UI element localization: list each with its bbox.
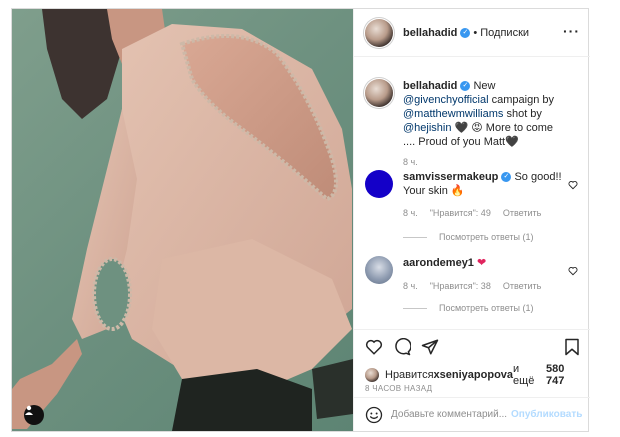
post-sidebar: bellahadid ✓ • Подписки ··· bellahadid ✓ …: [353, 9, 590, 431]
caption-text: bellahadid ✓ New @givenchyofficial campai…: [403, 79, 563, 149]
comment-likes-count[interactable]: "Нравится": 38: [430, 281, 491, 291]
comment-author[interactable]: samvissermakeup: [403, 171, 498, 183]
comment-author[interactable]: aarondemey1: [403, 257, 474, 269]
user-tag-button[interactable]: [24, 405, 44, 425]
reply-button[interactable]: Ответить: [503, 208, 541, 218]
more-options-icon[interactable]: ···: [563, 24, 580, 38]
mention-link[interactable]: @givenchyofficial: [403, 94, 489, 106]
comment-text: samvissermakeup ✓ So good!! Your skin 🔥: [403, 170, 563, 198]
caption-item: bellahadid ✓ New @givenchyofficial campai…: [365, 79, 580, 169]
view-replies-button[interactable]: Посмотреть ответы (1): [403, 232, 534, 242]
caption-text-part: shot by: [503, 108, 542, 120]
comment-bubble-icon[interactable]: [393, 338, 411, 356]
replies-divider: [403, 236, 427, 238]
like-comment-heart-icon[interactable]: [568, 180, 578, 190]
publish-button[interactable]: Опубликовать: [511, 409, 582, 420]
mention-link[interactable]: @matthewmwilliams: [403, 108, 503, 120]
likes-prefix: Нравится: [385, 369, 434, 381]
caption-avatar[interactable]: [365, 79, 393, 107]
likes-middle: и ещё: [513, 363, 535, 387]
liker-username[interactable]: xseniyapopova: [434, 369, 513, 381]
replies-divider: [403, 307, 427, 309]
commenter-avatar[interactable]: [365, 170, 393, 198]
share-send-icon[interactable]: [421, 338, 439, 356]
comment-meta: 8 ч. "Нравится": 49 Ответить: [403, 208, 541, 218]
following-button[interactable]: Подписки: [480, 27, 529, 39]
comment-text: aarondemey1 ❤: [403, 256, 563, 270]
view-replies-label: Посмотреть ответы (1): [439, 303, 534, 313]
mention-link[interactable]: @hejishin: [403, 122, 451, 134]
caption-time[interactable]: 8 ч.: [403, 157, 418, 167]
author-avatar[interactable]: [365, 18, 393, 47]
add-comment-form: Опубликовать: [354, 397, 590, 431]
bookmark-save-icon[interactable]: [563, 338, 581, 356]
emoji-smile-icon[interactable]: [365, 406, 383, 424]
person-icon: [25, 405, 33, 415]
author-username[interactable]: bellahadid: [403, 27, 457, 39]
post-photo[interactable]: [12, 9, 353, 431]
like-heart-icon[interactable]: [365, 338, 383, 356]
commenter-avatar[interactable]: [365, 256, 393, 284]
likes-count[interactable]: 580 747: [546, 363, 585, 387]
view-replies-button[interactable]: Посмотреть ответы (1): [403, 303, 534, 313]
comment-time[interactable]: 8 ч.: [403, 281, 418, 291]
comment-meta: 8 ч. "Нравится": 38 Ответить: [403, 281, 541, 291]
verified-badge-icon: ✓: [460, 27, 471, 38]
post-header: bellahadid ✓ • Подписки ···: [354, 9, 590, 57]
caption-author[interactable]: bellahadid: [403, 80, 457, 92]
post-timestamp[interactable]: 8 ЧАСОВ НАЗАД: [365, 384, 432, 393]
reply-button[interactable]: Ответить: [503, 281, 541, 291]
like-comment-heart-icon[interactable]: [568, 266, 578, 276]
caption-text-part: New: [470, 80, 496, 92]
comment-time[interactable]: 8 ч.: [403, 208, 418, 218]
instagram-post: bellahadid ✓ • Подписки ··· bellahadid ✓ …: [11, 8, 590, 432]
post-actions-bar: [354, 329, 590, 363]
verified-badge-icon: ✓: [501, 172, 512, 183]
separator-dot: •: [473, 26, 478, 39]
caption-meta: 8 ч.: [403, 157, 418, 167]
comment-input[interactable]: [391, 409, 511, 420]
comment-body: ❤: [473, 257, 487, 269]
caption-text-part: campaign by: [488, 94, 554, 106]
liker-avatar[interactable]: [365, 368, 379, 382]
view-replies-label: Посмотреть ответы (1): [439, 232, 534, 242]
comment-likes-count[interactable]: "Нравится": 49: [430, 208, 491, 218]
comments-list[interactable]: bellahadid ✓ New @givenchyofficial campai…: [354, 57, 590, 329]
comment-item: aarondemey1 ❤ 8 ч. "Нравится": 38 Ответи…: [365, 256, 580, 326]
fashion-photo-illustration: [12, 9, 353, 431]
comment-item: samvissermakeup ✓ So good!! Your skin 🔥 8…: [365, 170, 580, 242]
verified-badge-icon: ✓: [460, 81, 471, 92]
